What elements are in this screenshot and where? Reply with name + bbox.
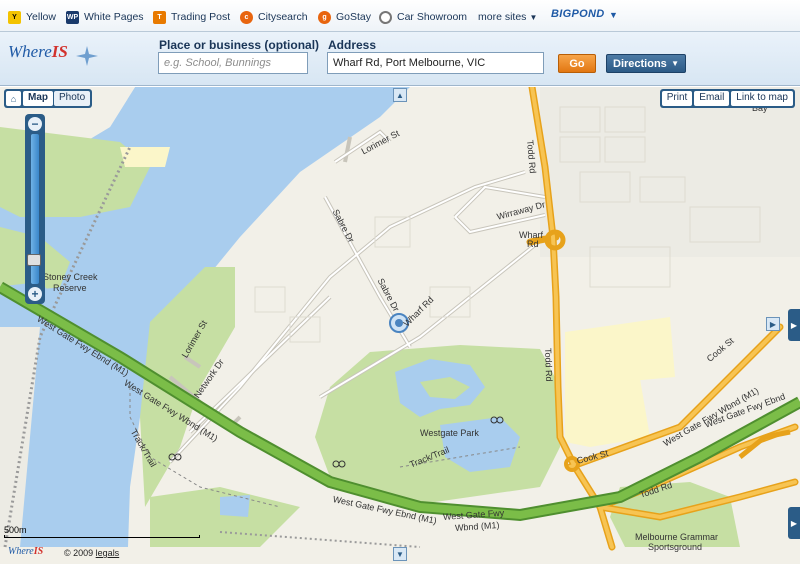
whereis-footer-logo: WhereIS (8, 546, 44, 557)
bigpond-link[interactable]: BIGPOND (551, 8, 604, 20)
gostay-icon: g (318, 10, 331, 24)
address-label: Address (328, 38, 377, 52)
place-label-westgate-park: Westgate Park (420, 428, 479, 438)
address-input[interactable] (327, 52, 544, 74)
site-link-label: Citysearch (258, 11, 308, 23)
side-panel-tab[interactable]: ▶ (788, 309, 800, 341)
site-link-white-pages[interactable]: WP White Pages (66, 9, 144, 25)
citysearch-icon: c (240, 10, 253, 24)
zoom-in-button[interactable]: − (28, 117, 42, 131)
scale-label: 500m (4, 525, 27, 535)
legals-link[interactable]: legals (96, 548, 120, 558)
map-footer: WhereIS © 2009 legals (0, 542, 800, 564)
chevron-down-icon: ▼ (529, 12, 538, 22)
compass-star-icon (76, 46, 98, 66)
map-tools: Print Email Link to map (659, 89, 795, 108)
map-view[interactable]: Lorimer St Sabre Dr Sabre Dr Wharf Rd Wh… (0, 87, 800, 564)
zoom-out-button[interactable]: + (28, 287, 42, 301)
directions-button[interactable]: Directions ▼ (606, 54, 686, 73)
link-to-map-button[interactable]: Link to map (731, 91, 793, 106)
place-input[interactable] (158, 52, 308, 74)
white-pages-icon: WP (66, 10, 79, 24)
place-label-stoney-creek: Stoney Creek (43, 272, 98, 282)
search-header: WhereIS Place or business (optional) Add… (0, 32, 800, 86)
scale-bar (4, 535, 200, 538)
email-button[interactable]: Email (694, 91, 730, 106)
copyright: © 2009 legals (64, 548, 120, 558)
site-link-label: Car Showroom (397, 11, 468, 23)
whereis-logo[interactable]: WhereIS (8, 42, 68, 62)
trading-post-icon: T (153, 10, 166, 24)
pan-east-arrow-icon[interactable]: ▶ (766, 317, 780, 331)
yellow-pages-icon: Y (8, 10, 21, 24)
map-canvas[interactable] (0, 87, 800, 564)
site-link-label: GoStay (336, 11, 372, 23)
street-label: Todd Rd (543, 347, 555, 382)
car-showroom-icon (379, 10, 392, 24)
chevron-down-icon[interactable]: ▼ (609, 10, 618, 20)
more-sites-label: more sites (478, 11, 527, 23)
directions-label: Directions (613, 57, 667, 70)
zoom-slider-handle[interactable] (27, 254, 41, 266)
tab-photo[interactable]: Photo (54, 91, 91, 106)
home-icon[interactable]: ⌂ (6, 91, 21, 106)
place-label-reserve: Reserve (53, 283, 87, 293)
go-button[interactable]: Go (558, 54, 596, 73)
partner-sites-bar: Y Yellow WP White Pages T Trading Post c… (0, 0, 800, 32)
more-sites-menu[interactable]: more sites ▼ (478, 9, 537, 25)
site-link-label: Trading Post (171, 11, 231, 23)
site-link-label: White Pages (84, 11, 144, 23)
zoom-slider-track[interactable] (27, 134, 41, 284)
pan-north-arrow-icon[interactable]: ▲ (393, 88, 407, 102)
tab-map[interactable]: Map (23, 91, 53, 106)
print-button[interactable]: Print (661, 91, 693, 106)
street-label: Rd (527, 239, 539, 249)
site-link-citysearch[interactable]: c Citysearch (240, 9, 308, 25)
side-panel-tab[interactable]: ▶ (788, 507, 800, 539)
site-link-trading-post[interactable]: T Trading Post (153, 9, 230, 25)
site-link-car-showroom[interactable]: Car Showroom (379, 9, 467, 25)
site-link-gostay[interactable]: g GoStay (318, 9, 371, 25)
place-label: Place or business (optional) (159, 38, 320, 52)
chevron-down-icon: ▼ (671, 59, 679, 68)
map-type-tabs: ⌂ Map Photo (4, 89, 93, 108)
place-label-melbourne-grammar: Melbourne Grammar (635, 532, 719, 542)
site-link-yellow[interactable]: Y Yellow (8, 9, 56, 25)
zoom-control: − + (25, 114, 45, 304)
site-link-label: Yellow (26, 11, 56, 23)
